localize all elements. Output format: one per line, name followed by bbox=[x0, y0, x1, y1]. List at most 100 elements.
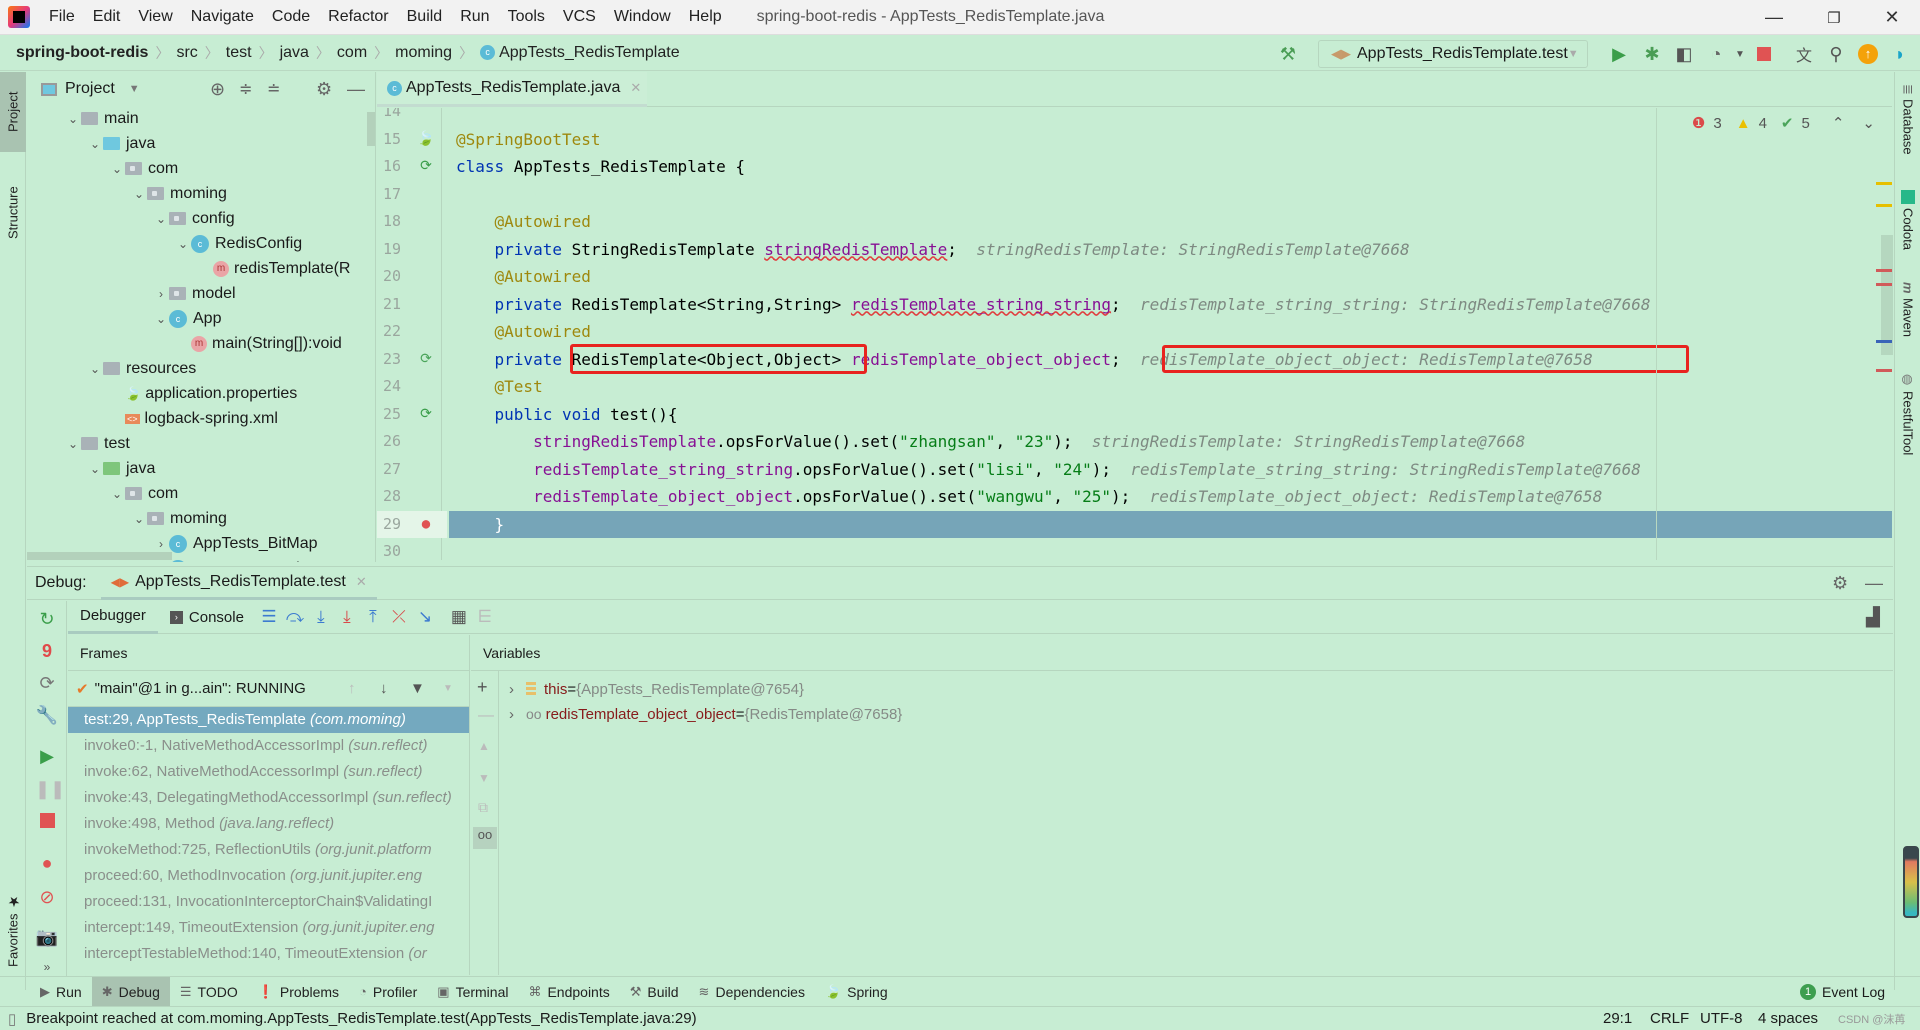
tree-item[interactable]: 🍃 application.properties bbox=[109, 381, 297, 406]
menu-build[interactable]: Build bbox=[398, 8, 452, 26]
caret-marker[interactable] bbox=[1876, 340, 1892, 343]
close-tab-icon[interactable]: ✕ bbox=[356, 574, 367, 590]
memory-indicator[interactable] bbox=[1903, 846, 1919, 918]
stack-frame[interactable]: test:29, AppTests_RedisTemplate (com.mom… bbox=[68, 707, 469, 733]
next-frame-icon[interactable]: ↓ bbox=[380, 680, 388, 697]
tab-database[interactable]: ≣ Database bbox=[1895, 84, 1920, 179]
tab-maven[interactable]: m Maven bbox=[1895, 282, 1920, 354]
code-line[interactable]: 20 @Autowired bbox=[377, 263, 1892, 290]
chevron-down-icon[interactable]: ⌄ bbox=[153, 212, 169, 226]
tab-project[interactable]: Project bbox=[0, 72, 26, 152]
tree-horizontal-scrollbar[interactable] bbox=[27, 552, 172, 560]
coverage-icon[interactable]: ◧ bbox=[1672, 42, 1696, 66]
line-number[interactable]: 20 bbox=[383, 263, 413, 290]
drop-frame-icon[interactable]: ⤫ bbox=[386, 607, 412, 627]
trace-stream-icon[interactable]: ⋿ bbox=[472, 607, 498, 627]
status-panel-icon[interactable]: ▯ bbox=[8, 1010, 16, 1028]
rerun-icon[interactable]: ↻ bbox=[35, 607, 59, 631]
chevron-down-icon[interactable]: ⌄ bbox=[65, 112, 81, 126]
run-test-icon[interactable]: ⟳ bbox=[417, 157, 435, 175]
translate-icon[interactable]: 文 bbox=[1792, 42, 1816, 66]
tab-restfultool[interactable]: ◍ RestfulTool bbox=[1895, 372, 1920, 472]
resume-icon[interactable]: ▶ bbox=[35, 744, 59, 768]
wrench-icon[interactable]: 🔧 bbox=[35, 703, 59, 727]
spring-bean-icon[interactable]: 🍃 bbox=[417, 130, 435, 148]
chevron-down-icon[interactable]: ⌄ bbox=[87, 362, 103, 376]
chevron-right-icon[interactable]: › bbox=[153, 287, 169, 301]
line-number[interactable]: 25 bbox=[383, 401, 413, 428]
rerun-failed-icon[interactable]: 9 bbox=[35, 639, 59, 663]
breadcrumb-item[interactable]: test bbox=[222, 44, 256, 62]
tab-codota[interactable]: Codota bbox=[1895, 190, 1920, 270]
tree-item[interactable]: ⌄ resources bbox=[87, 356, 196, 381]
line-number[interactable]: 22 bbox=[383, 318, 413, 345]
previous-highlight-icon[interactable]: ⌃ bbox=[1832, 114, 1845, 132]
event-log-button[interactable]: 1 Event Log bbox=[1800, 983, 1885, 1000]
close-window-button[interactable]: ✕ bbox=[1864, 0, 1920, 35]
stack-frame[interactable]: intercept:149, TimeoutExtension (org.jun… bbox=[68, 915, 469, 941]
tree-item[interactable]: ⌄ moming bbox=[131, 506, 227, 531]
stack-frame[interactable]: invoke:43, DelegatingMethodAccessorImpl … bbox=[68, 785, 469, 811]
chevron-down-icon[interactable]: ⌄ bbox=[87, 137, 103, 151]
caret-position[interactable]: 29:1 bbox=[1603, 1010, 1632, 1027]
evaluate-expression-icon[interactable]: ▦ bbox=[446, 607, 472, 627]
codota-icon[interactable]: ◗ bbox=[1888, 42, 1912, 66]
stack-frame[interactable]: invoke0:-1, NativeMethodAccessorImpl (su… bbox=[68, 733, 469, 759]
collapse-all-icon[interactable]: ≐ bbox=[267, 79, 280, 99]
indent-setting[interactable]: 4 spaces bbox=[1758, 1010, 1818, 1027]
run-test-icon[interactable]: ⟳ bbox=[417, 405, 435, 423]
chevron-down-icon[interactable]: ▼ bbox=[129, 83, 140, 95]
line-number[interactable]: 19 bbox=[383, 236, 413, 263]
menu-navigate[interactable]: Navigate bbox=[182, 8, 263, 26]
expand-all-icon[interactable]: ≑ bbox=[239, 79, 252, 99]
bottom-tab-spring[interactable]: 🍃 Spring bbox=[815, 977, 898, 1007]
line-number[interactable]: 29 bbox=[377, 510, 447, 538]
line-number[interactable]: 14 bbox=[383, 108, 413, 125]
variable-row[interactable]: › this = {AppTests_RedisTemplate@7654} bbox=[509, 677, 804, 701]
tab-favorites[interactable]: Favorites ★ bbox=[0, 880, 26, 980]
warning-marker[interactable] bbox=[1876, 204, 1892, 207]
tree-item[interactable]: ⌄ com bbox=[109, 156, 178, 181]
stack-frame[interactable]: proceed:131, InvocationInterceptorChain$… bbox=[68, 889, 469, 915]
project-view-select[interactable]: Project bbox=[65, 80, 115, 98]
bottom-tab-dependencies[interactable]: ≋ Dependencies bbox=[689, 977, 815, 1007]
error-marker[interactable] bbox=[1876, 369, 1892, 372]
tree-item[interactable]: ⌄ com bbox=[109, 481, 178, 506]
menu-tools[interactable]: Tools bbox=[499, 8, 554, 26]
chevron-right-icon[interactable]: › bbox=[509, 706, 514, 723]
tree-item[interactable]: ⌄ main bbox=[65, 106, 139, 131]
line-number[interactable]: 24 bbox=[383, 373, 413, 400]
code-line[interactable]: 27 redisTemplate_string_string.opsForVal… bbox=[377, 456, 1892, 483]
stack-frame[interactable]: invokeMethod:725, ReflectionUtils (org.j… bbox=[68, 837, 469, 863]
restore-button[interactable]: ❐ bbox=[1806, 0, 1862, 35]
code-line[interactable]: 15 @SpringBootTest 🍃 bbox=[377, 126, 1892, 153]
tree-item[interactable]: ⌄ java bbox=[87, 131, 155, 156]
tree-item[interactable]: <> logback-spring.xml bbox=[109, 406, 278, 431]
line-number[interactable]: 21 bbox=[383, 291, 413, 318]
code-line[interactable]: 26 stringRedisTemplate.opsForValue().set… bbox=[377, 428, 1892, 455]
bottom-tab-problems[interactable]: ❗ Problems bbox=[248, 977, 349, 1007]
step-out-icon[interactable]: ⤒ bbox=[360, 607, 386, 627]
code-line[interactable]: 19 private StringRedisTemplate stringRed… bbox=[377, 236, 1892, 263]
show-execution-point-icon[interactable]: ☰ bbox=[256, 607, 282, 627]
chevron-right-icon[interactable]: › bbox=[509, 681, 514, 698]
remove-watch-icon[interactable]: — bbox=[478, 707, 494, 725]
chevron-right-icon[interactable]: › bbox=[153, 537, 169, 551]
line-separator[interactable]: CRLF bbox=[1650, 1010, 1689, 1027]
run-configuration-select[interactable]: ◀▶ AppTests_RedisTemplate.test ▼ bbox=[1318, 40, 1588, 68]
code-line[interactable]: 29 } ● bbox=[377, 510, 1892, 538]
breakpoint-icon[interactable]: ● bbox=[417, 515, 435, 533]
menu-edit[interactable]: Edit bbox=[84, 8, 130, 26]
variable-row[interactable]: › oo redisTemplate_object_object = {RedisT… bbox=[509, 702, 902, 726]
line-number[interactable]: 15 bbox=[383, 126, 413, 153]
stack-frame[interactable]: invoke:498, Method (java.lang.reflect) bbox=[68, 811, 469, 837]
tab-console[interactable]: › Console bbox=[158, 601, 256, 634]
breadcrumb-item[interactable]: c AppTests_RedisTemplate bbox=[476, 44, 684, 62]
pause-icon[interactable]: ❚❚ bbox=[35, 777, 65, 801]
chevron-down-icon[interactable]: ⌄ bbox=[109, 162, 125, 176]
move-down-icon[interactable]: ▼ bbox=[478, 771, 490, 785]
show-watches-icon[interactable]: oo bbox=[473, 827, 497, 849]
chevron-down-icon[interactable]: ⌄ bbox=[153, 312, 169, 326]
debug-icon[interactable]: ✱ bbox=[1640, 42, 1664, 66]
tree-item[interactable]: › model bbox=[153, 281, 236, 306]
